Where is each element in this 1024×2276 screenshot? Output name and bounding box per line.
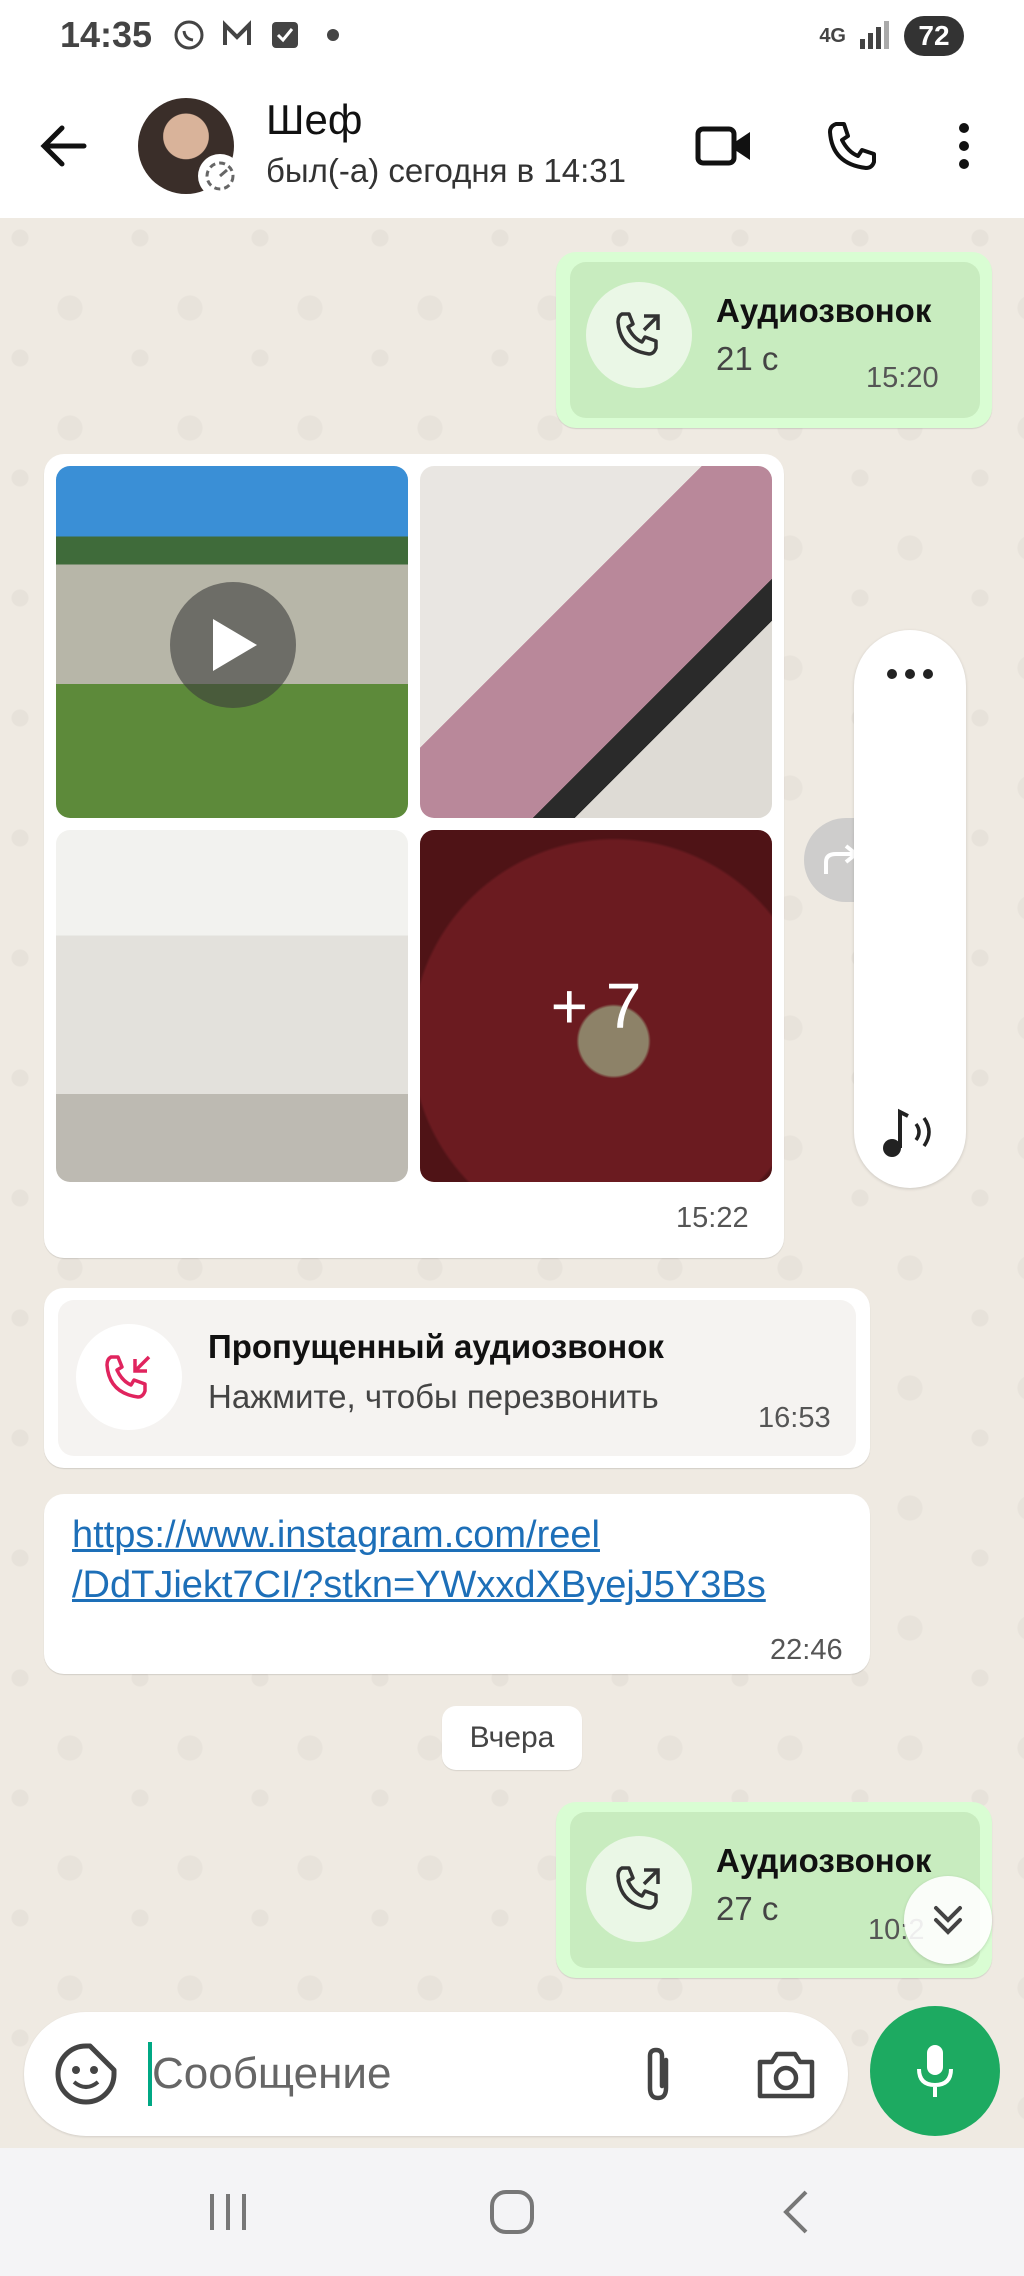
voice-call-button[interactable] xyxy=(812,106,892,186)
arrow-left-icon xyxy=(40,125,87,167)
home-button[interactable] xyxy=(472,2178,552,2246)
phone-icon xyxy=(828,122,876,170)
media-thumbnail-photo[interactable] xyxy=(56,830,408,1182)
system-indicators: 4G 72 xyxy=(819,16,964,56)
audio-transcript-icon[interactable] xyxy=(878,1104,942,1164)
back-nav-button[interactable] xyxy=(756,2178,836,2246)
status-ring-icon xyxy=(198,154,242,198)
message-composer xyxy=(24,2012,848,2136)
call-duration: 21 с xyxy=(716,340,779,377)
media-thumbnail-photo[interactable] xyxy=(420,466,772,818)
avatar[interactable] xyxy=(138,98,242,198)
more-horizontal-icon[interactable] xyxy=(884,666,936,690)
video-call-button[interactable] xyxy=(684,106,764,186)
missed-call-icon xyxy=(76,1324,182,1430)
outgoing-call-bubble[interactable]: Аудиозвонок 21 с 15:20 xyxy=(556,252,992,428)
scroll-to-bottom-button[interactable] xyxy=(904,1876,992,1964)
call-duration: 27 с xyxy=(716,1890,779,1927)
chat-header: Шеф был(-а) сегодня в 14:31 xyxy=(0,76,1024,218)
message-time: 15:22 xyxy=(676,1202,749,1234)
message-time: 22:46 xyxy=(770,1634,843,1666)
double-chevron-down-icon xyxy=(934,1906,962,1935)
dot-icon xyxy=(316,18,350,52)
last-seen: был(-а) сегодня в 14:31 xyxy=(266,152,626,189)
signal-icon xyxy=(858,17,892,56)
battery-indicator: 72 xyxy=(904,16,964,56)
home-icon xyxy=(490,2190,534,2234)
call-title: Пропущенный аудиозвонок xyxy=(208,1328,664,1365)
voice-message-button[interactable] xyxy=(870,2006,1000,2136)
date-separator: Вчера xyxy=(442,1706,582,1770)
more-media-overlay[interactable]: + 7 xyxy=(420,830,772,1182)
outgoing-call-icon xyxy=(586,1836,692,1942)
call-hint: Нажмите, чтобы перезвонить xyxy=(208,1378,659,1415)
play-button[interactable] xyxy=(170,582,296,708)
call-title: Аудиозвонок xyxy=(716,1842,932,1879)
sticker-button[interactable] xyxy=(52,2040,120,2108)
sticker-icon xyxy=(55,2043,117,2105)
paperclip-icon xyxy=(647,2047,669,2101)
play-icon xyxy=(213,619,257,671)
camera-icon xyxy=(757,2051,815,2099)
call-title: Аудиозвонок xyxy=(716,292,932,329)
instagram-link[interactable]: https://www.instagram.com/reel /DdTJiekt… xyxy=(72,1510,766,1610)
video-camera-icon xyxy=(695,126,750,166)
message-input[interactable] xyxy=(152,2038,612,2110)
back-button[interactable] xyxy=(34,116,94,176)
notification-icons xyxy=(172,18,350,52)
checkbox-icon xyxy=(268,18,302,52)
missed-call-bubble[interactable]: Пропущенный аудиозвонок Нажмите, чтобы п… xyxy=(44,1288,870,1468)
message-time: 15:20 xyxy=(866,362,939,394)
link-line-2[interactable]: /DdTJiekt7CI/?stkn=YWxxdXByejJ5Y3Bs xyxy=(72,1560,766,1610)
system-nav-bar xyxy=(0,2148,1024,2276)
recent-apps-button[interactable] xyxy=(188,2178,268,2246)
status-bar: 14:35 4G 72 xyxy=(0,0,1024,76)
menu-button[interactable] xyxy=(924,106,1004,186)
recents-icon xyxy=(210,2194,246,2230)
microphone-icon xyxy=(917,2045,953,2097)
media-actions-panel xyxy=(854,630,966,1188)
attach-button[interactable] xyxy=(624,2040,692,2108)
link-line-1[interactable]: https://www.instagram.com/reel xyxy=(72,1510,766,1560)
chevron-left-icon xyxy=(783,2190,808,2234)
message-time: 16:53 xyxy=(758,1402,831,1434)
mail-icon xyxy=(220,18,254,52)
whatsapp-icon xyxy=(172,18,206,52)
contact-name[interactable]: Шеф xyxy=(266,96,362,144)
network-type: 4G xyxy=(819,24,846,47)
camera-button[interactable] xyxy=(752,2040,820,2108)
outgoing-call-icon xyxy=(586,282,692,388)
status-time: 14:35 xyxy=(60,14,153,55)
more-vertical-icon xyxy=(959,123,969,169)
